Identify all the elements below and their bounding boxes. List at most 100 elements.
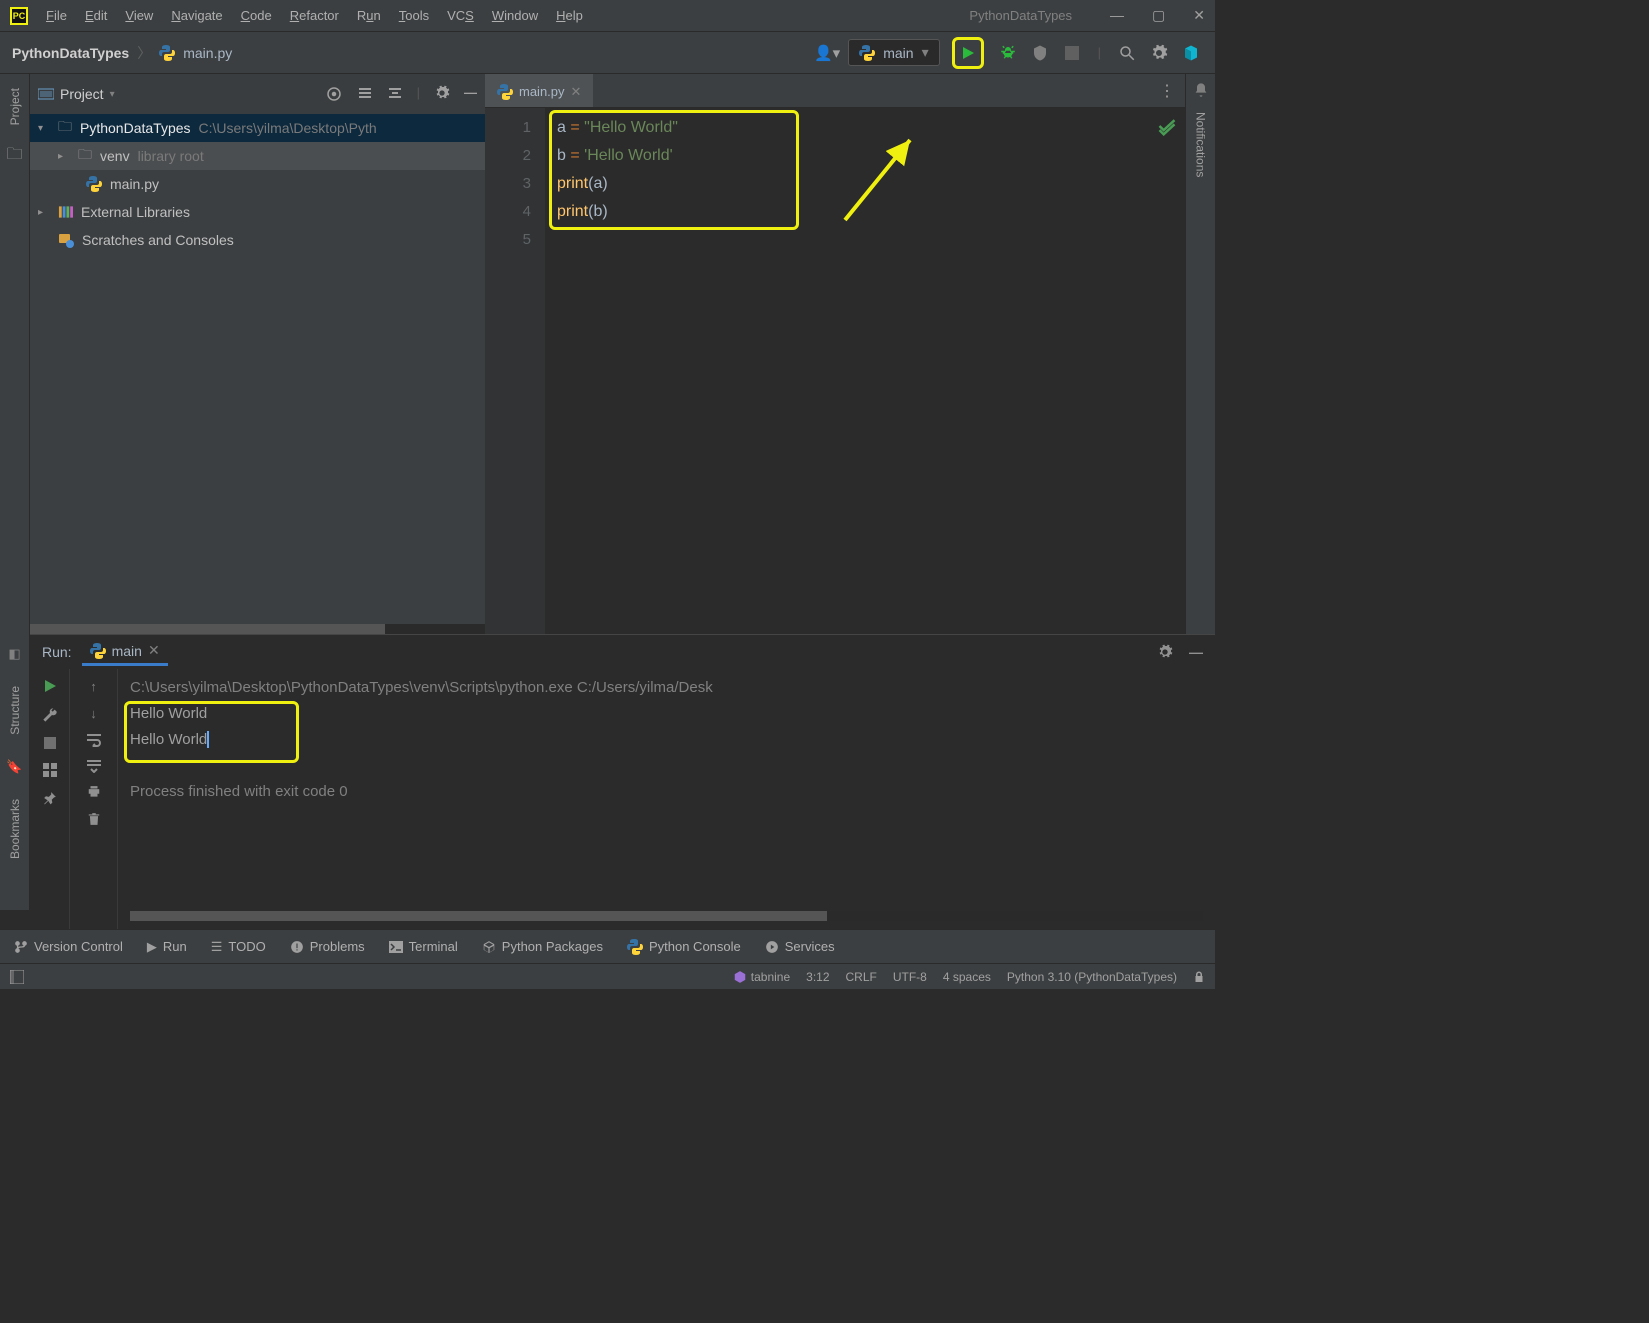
run-tab[interactable]: main ✕ — [82, 638, 168, 666]
menu-edit[interactable]: Edit — [85, 8, 107, 23]
bb-python-packages[interactable]: Python Packages — [482, 939, 603, 954]
code-text[interactable]: a = "Hello World" b = 'Hello World' prin… — [545, 108, 1185, 634]
tree-scratches[interactable]: Scratches and Consoles — [30, 226, 485, 254]
tree-external-libs[interactable]: ▸ External Libraries — [30, 198, 485, 226]
tree-root[interactable]: ▾ 🗀 PythonDataTypes C:\Users\yilma\Deskt… — [30, 114, 485, 142]
chevron-down-icon[interactable]: ▾ — [38, 123, 50, 134]
chevron-right-icon[interactable]: ▸ — [38, 207, 50, 218]
bb-version-control[interactable]: Version Control — [14, 939, 123, 954]
print-button[interactable] — [86, 785, 102, 799]
project-tree[interactable]: ▾ 🗀 PythonDataTypes C:\Users\yilma\Deskt… — [30, 114, 485, 624]
menu-window[interactable]: Window — [492, 8, 538, 23]
menu-help[interactable]: Help — [556, 8, 583, 23]
status-indent[interactable]: 4 spaces — [943, 970, 991, 984]
bb-python-console[interactable]: Python Console — [627, 939, 741, 955]
branch-icon — [14, 940, 28, 954]
wrench-button[interactable] — [42, 707, 58, 723]
run-options-button[interactable] — [1157, 644, 1173, 660]
status-tabnine[interactable]: tabnine — [733, 970, 790, 984]
tree-venv[interactable]: ▸ 🗀 venv library root — [30, 142, 485, 170]
settings-button[interactable] — [1147, 41, 1171, 65]
tabnine-toolbar-icon[interactable] — [1179, 41, 1203, 65]
close-tab-button[interactable]: ✕ — [148, 642, 160, 659]
packages-icon — [482, 940, 496, 954]
rail-notifications-label[interactable]: Notifications — [1194, 106, 1208, 183]
tab-more-button[interactable]: ⋮ — [1159, 81, 1175, 101]
console-line: Hello World — [130, 731, 207, 748]
main-area: Project 🗀 Project ▾ | — ▾ 🗀 Python — [0, 74, 1215, 634]
down-button[interactable]: ↓ — [90, 706, 97, 721]
search-button[interactable] — [1115, 41, 1139, 65]
folder-icon[interactable]: 🗀 — [6, 143, 22, 170]
expand-all-button[interactable] — [357, 85, 373, 103]
rail-bookmarks-label[interactable]: Bookmarks — [8, 793, 22, 865]
stop-button[interactable] — [1060, 41, 1084, 65]
soft-wrap-button[interactable] — [86, 733, 102, 747]
menu-vcs[interactable]: VCS — [447, 8, 474, 23]
coverage-button[interactable] — [1028, 41, 1052, 65]
project-panel-title[interactable]: Project — [60, 86, 104, 102]
gutter: 1 2 3 4 5 — [485, 108, 545, 634]
run-button[interactable] — [952, 37, 984, 69]
hide-panel-button[interactable]: — — [464, 85, 477, 103]
status-line-ending[interactable]: CRLF — [846, 970, 877, 984]
hide-run-panel-button[interactable]: — — [1189, 644, 1203, 660]
lock-icon[interactable] — [1193, 970, 1205, 984]
rerun-button[interactable] — [43, 679, 57, 693]
run-config-selector[interactable]: main ▾ — [848, 39, 939, 66]
menu-run[interactable]: Run — [357, 8, 381, 23]
minimize-button[interactable]: — — [1110, 7, 1124, 24]
bb-todo[interactable]: ☰TODO — [211, 939, 266, 955]
bb-run[interactable]: ▶Run — [147, 939, 187, 955]
status-encoding[interactable]: UTF-8 — [893, 970, 927, 984]
editor-tabs: main.py ✕ ⋮ — [485, 74, 1185, 108]
structure-icon[interactable]: ◧ — [8, 646, 20, 662]
rail-project-label[interactable]: Project — [8, 82, 22, 131]
code-area[interactable]: 1 2 3 4 5 a = "Hello World" b = 'Hello W… — [485, 108, 1185, 634]
run-panel-title: Run: — [42, 644, 72, 660]
rail-structure-label[interactable]: Structure — [8, 680, 22, 741]
status-interpreter[interactable]: Python 3.10 (PythonDataTypes) — [1007, 970, 1177, 984]
user-icon[interactable]: 👤▾ — [814, 44, 840, 62]
console-scrollbar[interactable] — [130, 911, 1203, 921]
close-button[interactable]: ✕ — [1193, 7, 1205, 24]
bb-problems[interactable]: Problems — [290, 939, 365, 954]
trash-button[interactable] — [87, 811, 101, 827]
breadcrumb-root[interactable]: PythonDataTypes — [12, 45, 129, 61]
scroll-to-end-button[interactable] — [86, 759, 102, 773]
maximize-button[interactable]: ▢ — [1152, 7, 1165, 24]
inspection-ok-icon[interactable] — [1157, 116, 1177, 136]
menu-code[interactable]: Code — [241, 8, 272, 23]
pin-button[interactable] — [43, 791, 57, 805]
stop-button[interactable] — [44, 737, 56, 749]
chevron-down-icon[interactable]: ▾ — [110, 89, 115, 100]
menu-tools[interactable]: Tools — [399, 8, 429, 23]
notifications-icon[interactable] — [1193, 82, 1209, 98]
menu-refactor[interactable]: Refactor — [290, 8, 339, 23]
menu-view[interactable]: View — [125, 8, 153, 23]
console-output[interactable]: C:\Users\yilma\Desktop\PythonDataTypes\v… — [118, 669, 1215, 929]
chevron-right-icon[interactable]: ▸ — [58, 151, 70, 162]
tree-file-main[interactable]: main.py — [30, 170, 485, 198]
collapse-all-button[interactable] — [387, 85, 403, 103]
bookmarks-icon[interactable]: 🔖 — [6, 759, 22, 775]
menu-file[interactable]: File — [46, 8, 67, 23]
select-opened-file-button[interactable] — [325, 85, 343, 103]
bb-services[interactable]: Services — [765, 939, 835, 954]
close-tab-button[interactable]: ✕ — [571, 84, 582, 100]
run-toolbar-secondary: ↑ ↓ — [70, 669, 118, 929]
debug-button[interactable] — [996, 41, 1020, 65]
bb-terminal[interactable]: Terminal — [389, 939, 458, 954]
bottom-tool-bar: Version Control ▶Run ☰TODO Problems Term… — [0, 929, 1215, 963]
up-button[interactable]: ↑ — [90, 679, 97, 694]
status-position[interactable]: 3:12 — [806, 970, 829, 984]
left-rail: Project 🗀 — [0, 74, 30, 634]
panel-options-button[interactable] — [434, 85, 450, 103]
tool-windows-button[interactable] — [10, 970, 24, 984]
layout-button[interactable] — [43, 763, 57, 777]
breadcrumb-file[interactable]: main.py — [183, 45, 232, 61]
editor-tab-main[interactable]: main.py ✕ — [485, 74, 593, 107]
console-line: Hello World — [130, 701, 1203, 727]
project-scrollbar[interactable] — [30, 624, 485, 634]
menu-navigate[interactable]: Navigate — [171, 8, 222, 23]
